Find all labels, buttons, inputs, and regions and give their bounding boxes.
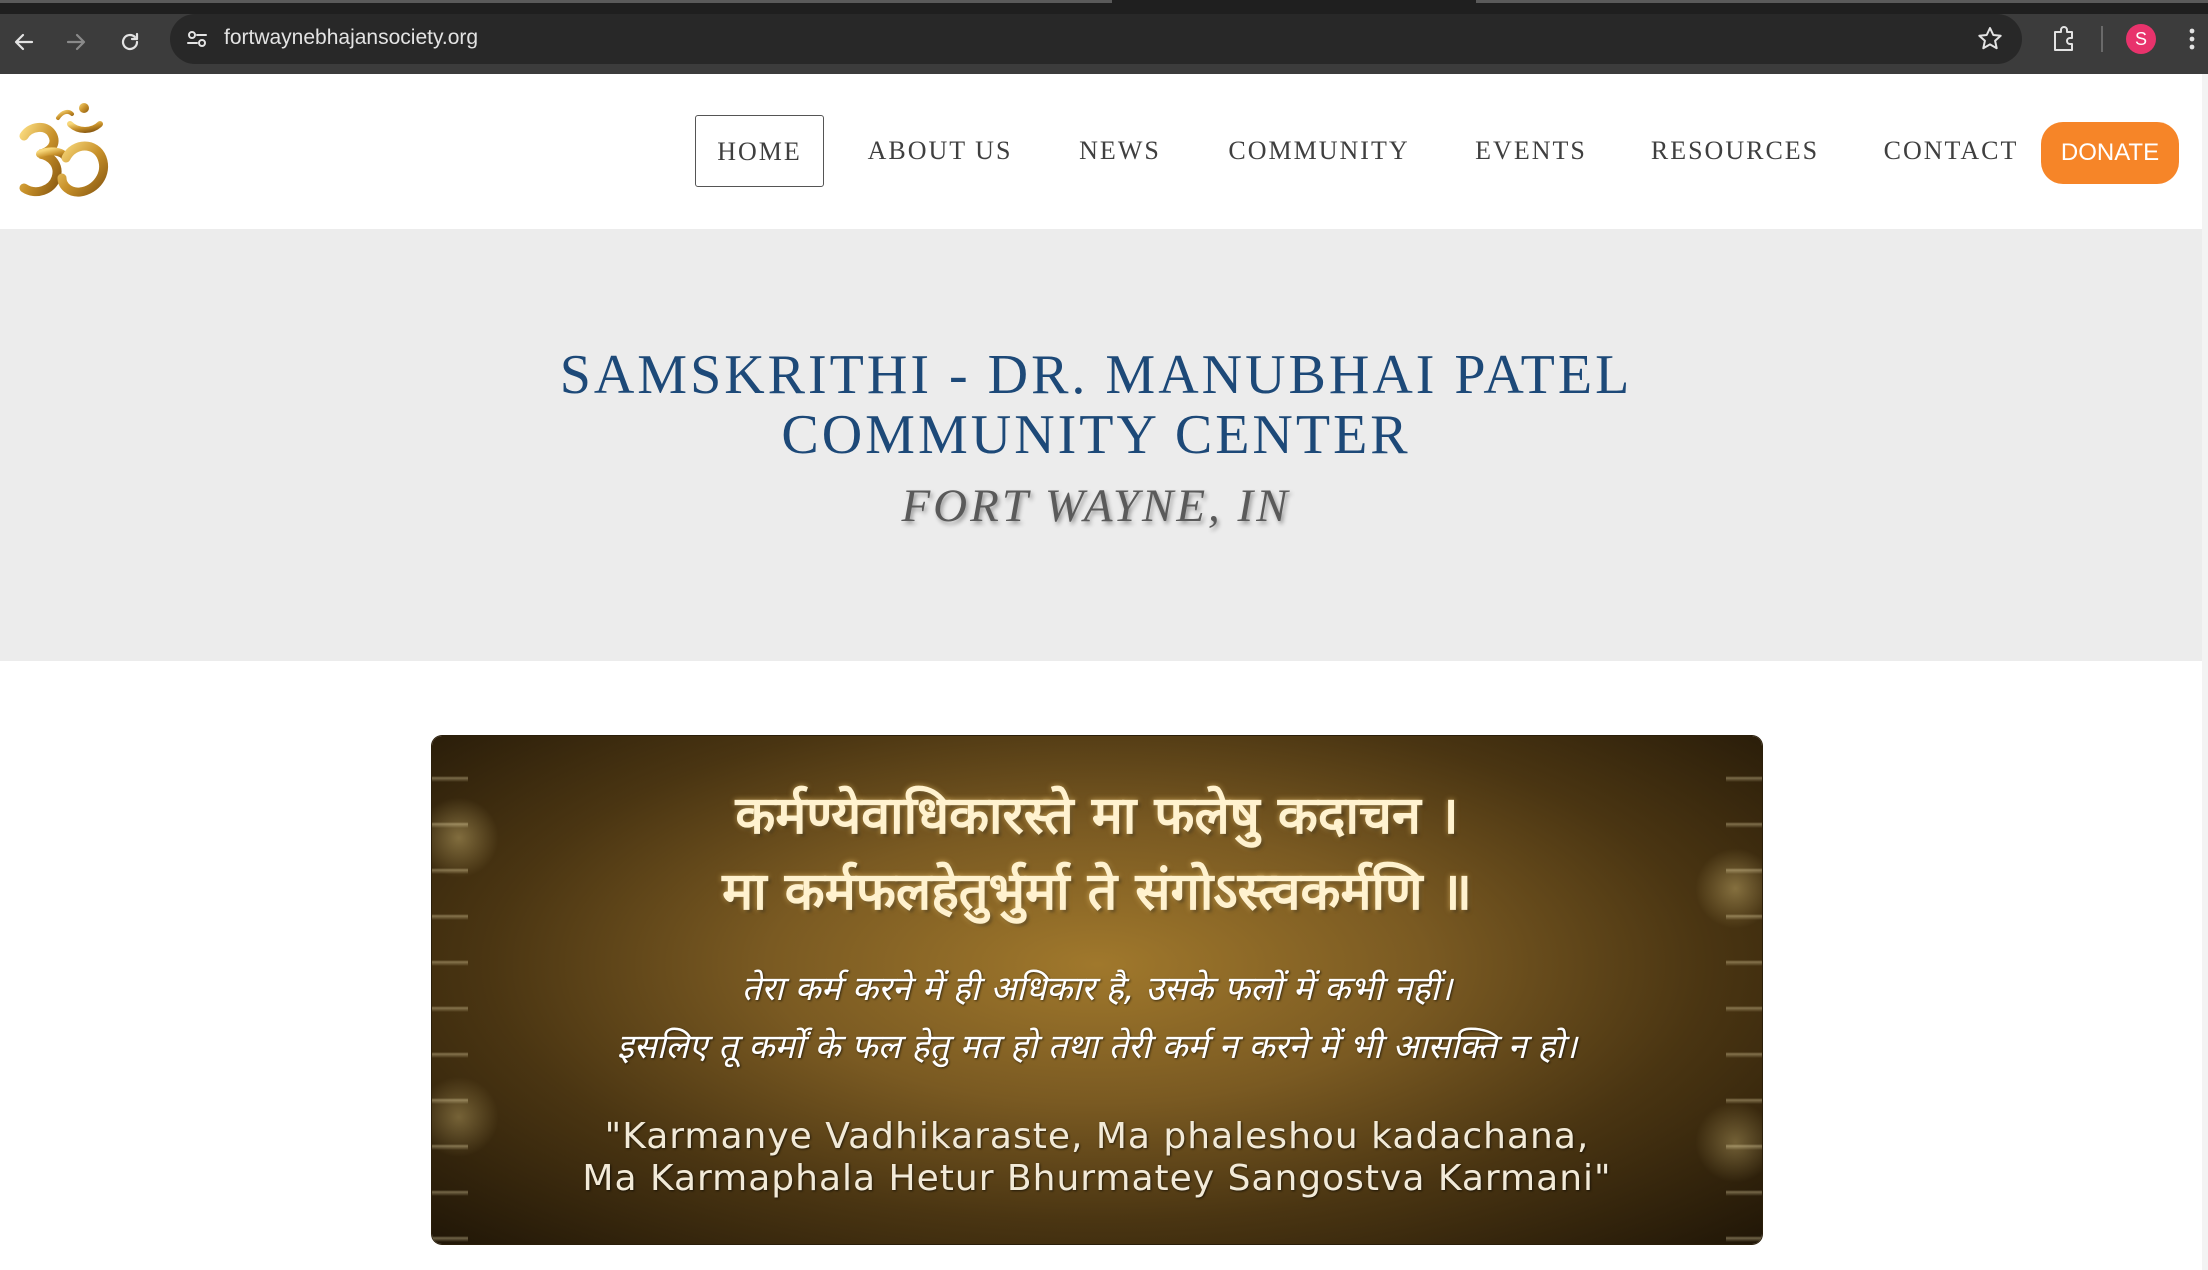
hero-section: SAMSKRITHI - DR. MANUBHAI PATEL COMMUNIT… — [0, 229, 2202, 661]
site-header: HOME ABOUT US NEWS COMMUNITY EVENTS RESO… — [0, 74, 2202, 229]
browser-toolbar: fortwaynebhajansociety.org S — [0, 0, 2208, 74]
tab-indicator — [1476, 0, 2208, 3]
hero-title: SAMSKRITHI - DR. MANUBHAI PATEL COMMUNIT… — [0, 345, 2192, 465]
sanskrit-verse-line-1: कर्मण्येवाधिकारस्ते मा फलेषु कदाचन । — [735, 786, 1459, 846]
nav-item-about-us[interactable]: ABOUT US — [860, 115, 1020, 187]
back-arrow-icon — [14, 33, 34, 51]
back-button[interactable] — [4, 22, 44, 62]
transliteration-line-2: Ma Karmaphala Hetur Bhurmatey Sangostva … — [582, 1158, 1612, 1199]
profile-avatar[interactable]: S — [2126, 24, 2156, 54]
gita-verse-banner: कर्मण्येवाधिकारस्ते मा फलेषु कदाचन । मा … — [432, 736, 1762, 1244]
donate-button[interactable]: DONATE — [2041, 122, 2179, 184]
star-icon[interactable] — [1976, 25, 2004, 53]
reload-icon — [121, 32, 139, 51]
nav-item-contact[interactable]: CONTACT — [1876, 115, 2026, 187]
hero-title-line-2: COMMUNITY CENTER — [781, 404, 1411, 466]
site-info-icon[interactable] — [184, 26, 210, 52]
forward-arrow-icon — [66, 33, 86, 51]
tab-indicator — [0, 0, 1112, 3]
hero-title-line-1: SAMSKRITHI - DR. MANUBHAI PATEL — [559, 344, 1633, 406]
sanskrit-verse-line-2: मा कर्मफलहेतुर्भुर्मा ते संगोऽस्त्वकर्मण… — [722, 862, 1472, 922]
tab-strip — [0, 0, 2208, 14]
page-scrollbar[interactable] — [2202, 74, 2208, 1270]
transliteration-line-1: "Karmanye Vadhikaraste, Ma phaleshou kad… — [604, 1116, 1590, 1157]
nav-item-community[interactable]: COMMUNITY — [1222, 115, 1416, 187]
toolbar-separator — [2101, 26, 2103, 52]
hindi-translation-line-1: तेरा कर्म करने में ही अधिकार है, उसके फल… — [741, 969, 1453, 1009]
main-nav: HOME ABOUT US NEWS COMMUNITY EVENTS RESO… — [0, 74, 2202, 229]
address-bar[interactable]: fortwaynebhajansociety.org — [170, 14, 2022, 64]
nav-item-news[interactable]: NEWS — [1068, 115, 1172, 187]
hindi-translation-line-2: इसलिए तू कर्मों के फल हेतु मत हो तथा तेर… — [616, 1027, 1578, 1067]
url-text[interactable]: fortwaynebhajansociety.org — [224, 26, 478, 50]
nav-item-events[interactable]: EVENTS — [1468, 115, 1594, 187]
hero-subtitle: FORT WAYNE, IN — [901, 480, 1291, 532]
forward-button[interactable] — [56, 22, 96, 62]
reload-button[interactable] — [110, 22, 150, 62]
nav-item-home[interactable]: HOME — [695, 115, 824, 187]
puzzle-icon[interactable] — [2046, 22, 2080, 56]
kebab-menu-icon[interactable] — [2182, 22, 2202, 56]
nav-item-resources[interactable]: RESOURCES — [1646, 115, 1824, 187]
